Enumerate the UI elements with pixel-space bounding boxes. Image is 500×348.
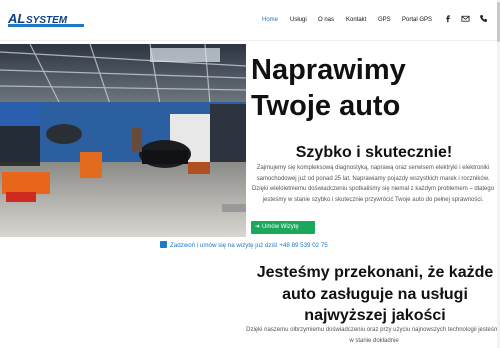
hero-title-line-1: Naprawimy [251,54,406,86]
hero-subtitle: Szybko i skutecznie! [295,144,453,161]
garage-photo [0,44,246,237]
nav-item-kontakt[interactable]: Kontakt [346,14,366,26]
hero-title-line-2: Twoje auto [251,90,401,122]
svg-text:AL: AL [8,11,25,26]
hero-description: Zajmujemy się kompleksową diagnostyką, n… [251,165,495,203]
facebook-icon[interactable] [444,14,453,23]
nav-item-o-nas[interactable]: O nas [318,14,334,26]
section-description: Dzięki naszemu olbrzymiemu doświadczeniu… [246,327,500,344]
book-visit-label: Umów Wizytę [262,224,299,230]
phone-square-icon [160,241,167,248]
svg-text:SYSTEM: SYSTEM [26,15,68,26]
nav-item-uslugi[interactable]: Usługi [290,14,307,26]
book-visit-button[interactable]: ➜ Umów Wizytę [251,221,315,234]
alsystem-logo[interactable]: AL SYSTEM [8,10,84,28]
call-banner[interactable]: Zadzwoń i umów się na wizytę już dziś! +… [160,241,360,251]
site-header: AL SYSTEM Home Usługi O nas Kontakt GPS … [0,0,500,41]
call-banner-text: Zadzwoń i umów się na wizytę już dziś! +… [170,242,328,249]
mail-icon[interactable] [461,14,470,23]
arrow-right-icon: ➜ [255,224,261,230]
hero-title: Naprawimy Twoje auto [251,52,491,124]
phone-icon[interactable] [479,14,488,23]
section-title: Jesteśmy przekonani, że każde auto zasłu… [256,264,494,324]
nav-item-home[interactable]: Home [262,14,278,26]
nav-item-portal-gps[interactable]: Portal GPS [402,14,432,26]
nav-item-gps[interactable]: GPS [378,14,391,26]
